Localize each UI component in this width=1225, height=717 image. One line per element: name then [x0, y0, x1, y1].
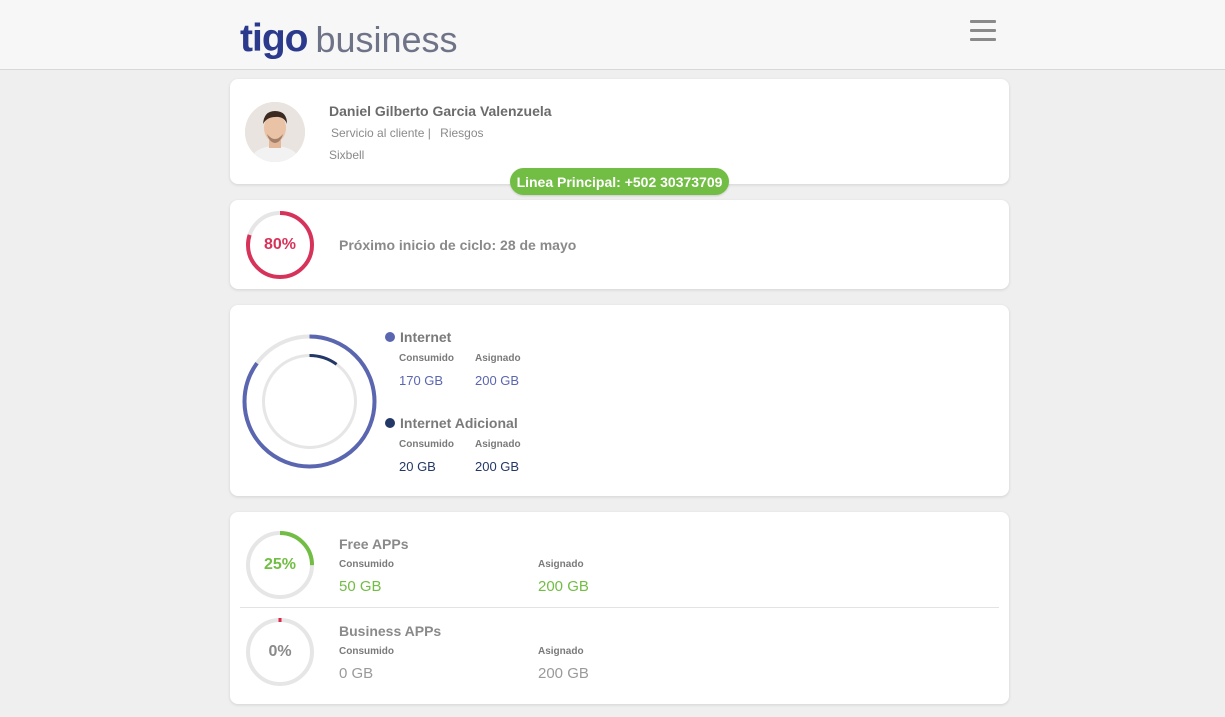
legend-label-internet-adicional: Internet Adicional	[400, 415, 518, 431]
apps-divider	[240, 607, 999, 608]
internet-assigned-value: 200 GB	[475, 373, 520, 388]
free-apps-consumed-label: Consumido	[339, 559, 394, 570]
avatar[interactable]	[245, 102, 305, 162]
internet-inner-track	[262, 354, 357, 449]
user-name: Daniel Gilberto Garcia Valenzuela	[329, 103, 552, 119]
legend-label-internet: Internet	[400, 329, 452, 345]
internet-usage-ring	[241, 333, 378, 470]
user-role: Servicio al cliente | Riesgos	[329, 126, 484, 140]
menu-bar	[970, 20, 996, 23]
avatar-image	[245, 102, 305, 162]
hamburger-menu-icon[interactable]	[970, 20, 996, 46]
tigo-business-logo[interactable]: tigo business	[240, 12, 458, 60]
next-cycle-text: Próximo inicio de ciclo: 28 de mayo	[339, 237, 577, 253]
free-apps-assigned-label: Asignado	[538, 559, 584, 570]
internet-card: Internet Consumido Asignado 170 GB 200 G…	[230, 305, 1009, 496]
business-apps-progress-ring: 0%	[245, 617, 315, 687]
business-apps-title: Business APPs	[339, 623, 442, 639]
top-bar: tigo business	[0, 0, 1225, 70]
business-apps-percent: 0%	[268, 643, 292, 660]
legend-internet-adicional: Internet Adicional	[385, 415, 518, 431]
adicional-consumed-value: 20 GB	[399, 459, 436, 474]
department-label: Servicio al cliente |	[331, 126, 431, 140]
adicional-consumed-label: Consumido	[399, 439, 454, 450]
logo-business-text: business	[315, 19, 458, 60]
internet-consumed-label: Consumido	[399, 353, 454, 364]
internet-ring-svg	[242, 334, 377, 469]
legend-internet: Internet	[385, 329, 451, 345]
business-apps-assigned-label: Asignado	[538, 646, 584, 657]
business-apps-assigned-value: 200 GB	[538, 665, 589, 682]
company-label: Sixbell	[329, 148, 365, 162]
logo-tigo-text: tigo	[240, 17, 308, 60]
apps-card: 25% Free APPs Consumido Asignado 50 GB 2…	[230, 512, 1009, 704]
adicional-assigned-label: Asignado	[475, 439, 521, 450]
menu-bar	[970, 29, 996, 32]
cycle-percent: 80%	[263, 236, 297, 253]
business-apps-consumed-label: Consumido	[339, 646, 394, 657]
legend-dot-internet	[385, 332, 395, 342]
free-apps-title: Free APPs	[339, 536, 409, 552]
area-label: Riesgos	[440, 126, 484, 140]
free-apps-assigned-value: 200 GB	[538, 578, 589, 595]
free-apps-progress-ring: 25%	[245, 530, 315, 600]
main-line-badge[interactable]: Linea Principal: +502 30373709	[510, 168, 729, 195]
internet-assigned-label: Asignado	[475, 353, 521, 364]
free-apps-consumed-value: 50 GB	[339, 578, 382, 595]
cycle-card: 80% Próximo inicio de ciclo: 28 de mayo	[230, 200, 1009, 289]
cycle-progress-ring: 80%	[245, 210, 315, 280]
free-apps-percent: 25%	[263, 556, 297, 573]
business-apps-consumed-value: 0 GB	[339, 665, 374, 682]
menu-bar	[970, 38, 996, 41]
legend-dot-internet-adicional	[385, 418, 395, 428]
adicional-assigned-value: 200 GB	[475, 459, 520, 474]
internet-consumed-value: 170 GB	[399, 373, 444, 388]
